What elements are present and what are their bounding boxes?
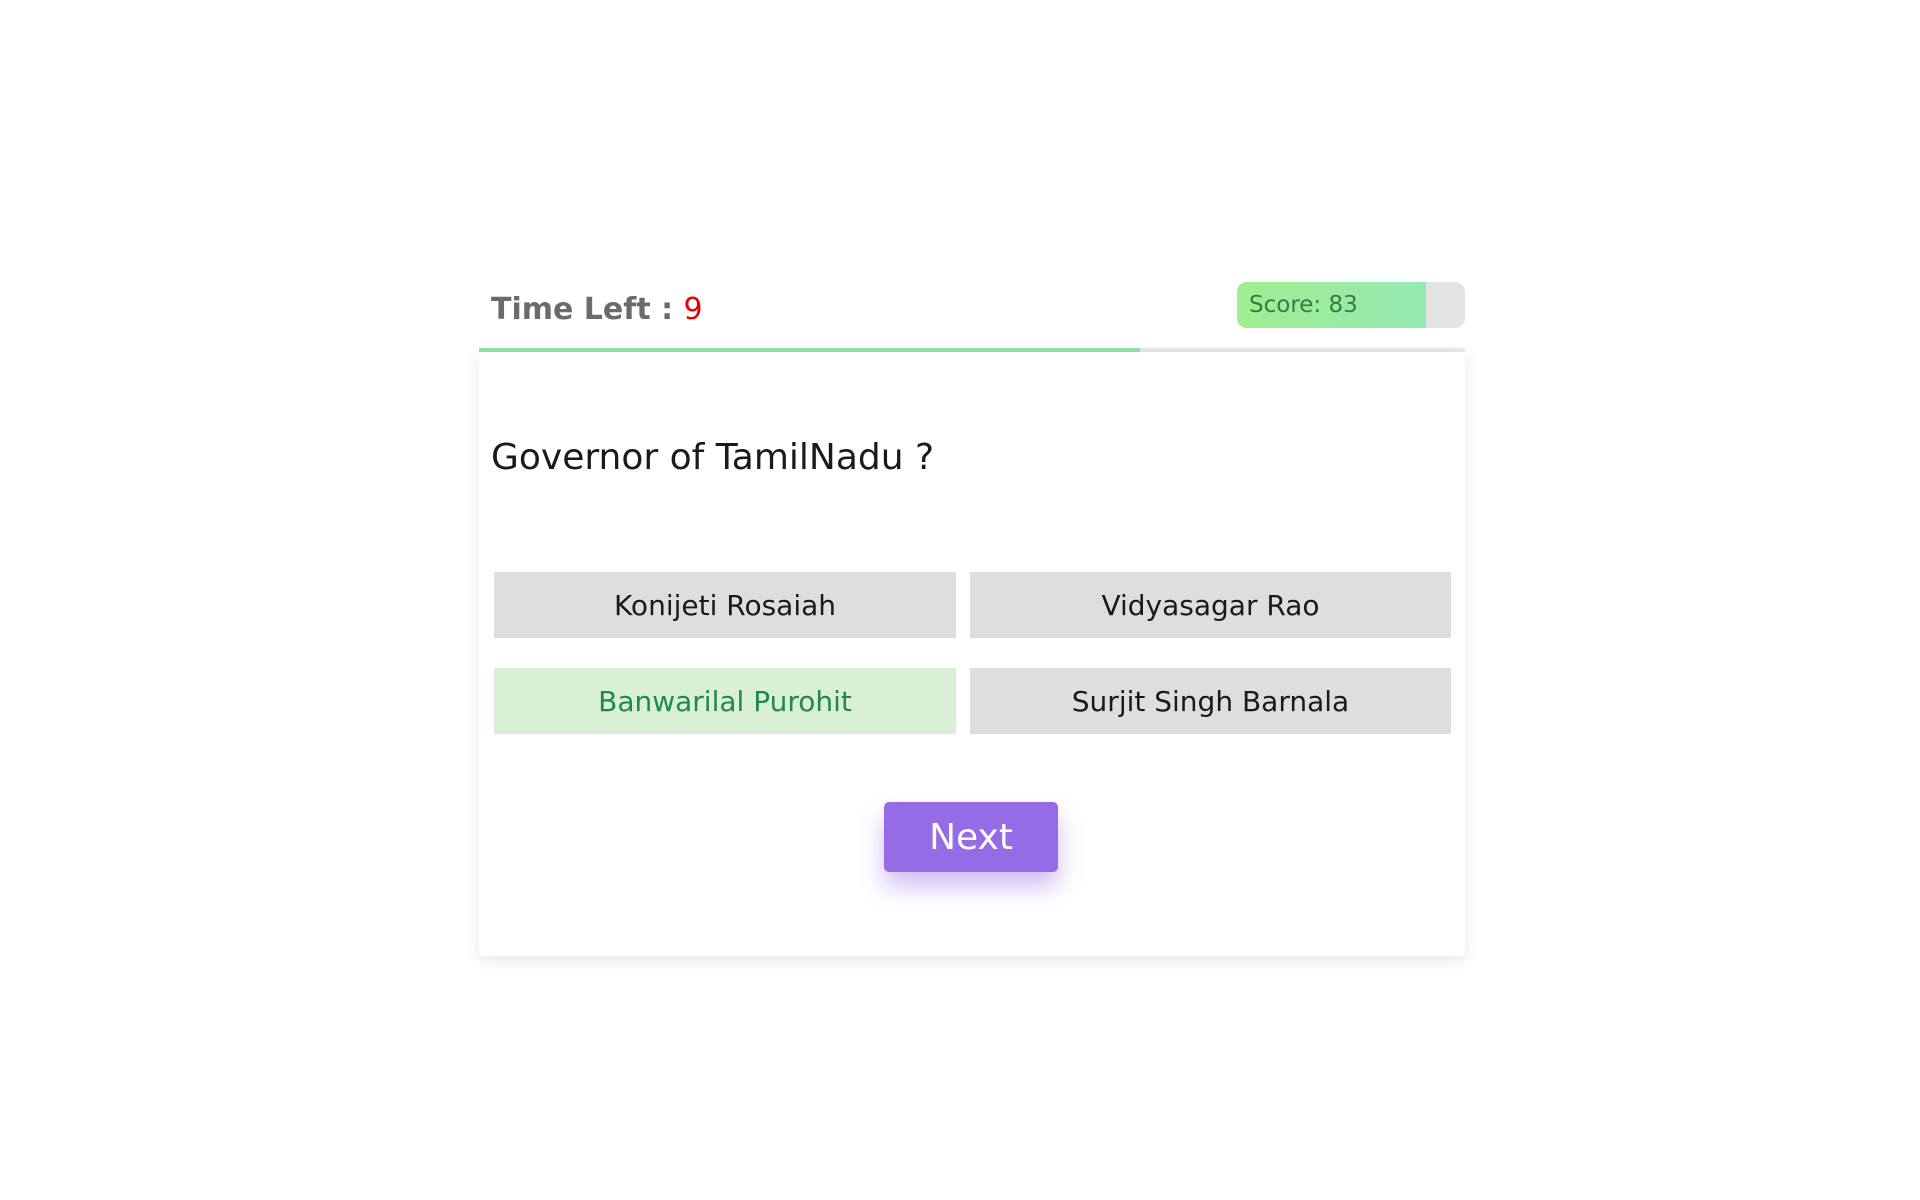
option-label: Banwarilal Purohit	[598, 684, 852, 718]
option-button-4[interactable]: Surjit Singh Barnala	[970, 668, 1451, 734]
time-left-value: 9	[683, 292, 703, 327]
option-button-3[interactable]: Banwarilal Purohit	[494, 668, 956, 734]
score-value: 83	[1328, 292, 1358, 318]
score-text: Score: 83	[1249, 282, 1358, 328]
score-label: Score:	[1249, 292, 1329, 318]
question-text: Governor of TamilNadu ?	[491, 437, 935, 478]
next-button[interactable]: Next	[884, 802, 1058, 872]
option-label: Surjit Singh Barnala	[1071, 684, 1350, 718]
option-button-2[interactable]: Vidyasagar Rao	[970, 572, 1451, 638]
option-label: Konijeti Rosaiah	[613, 588, 837, 622]
quiz-container: Time Left : 9 Score: 83 Governor of Tami…	[479, 278, 1465, 956]
score-bar: Score: 83	[1237, 282, 1465, 328]
time-left: Time Left : 9	[491, 288, 703, 332]
option-button-1[interactable]: Konijeti Rosaiah	[494, 572, 956, 638]
time-left-label: Time Left :	[491, 292, 684, 327]
option-label: Vidyasagar Rao	[1101, 588, 1320, 622]
quiz-header: Time Left : 9 Score: 83	[479, 278, 1465, 348]
question-card: Governor of TamilNadu ? Konijeti Rosaiah…	[479, 352, 1465, 956]
